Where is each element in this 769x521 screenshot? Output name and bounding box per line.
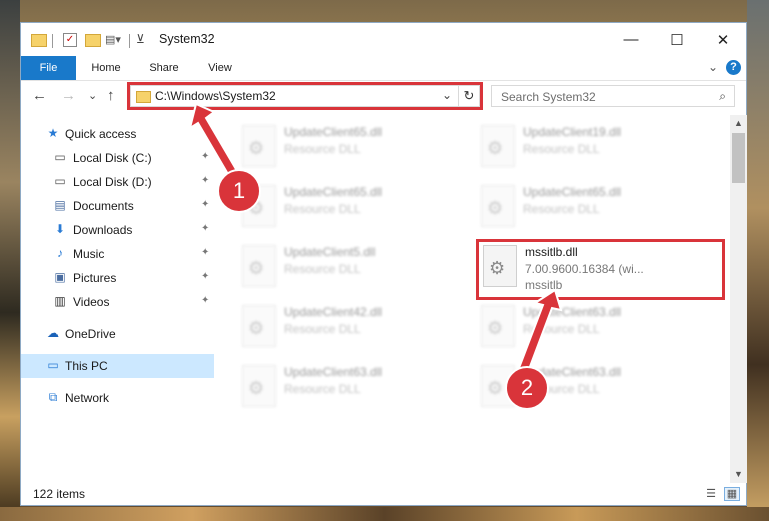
callout-badge-1: 1 [217, 169, 261, 213]
callout-arrows [188, 102, 563, 374]
callout-badge-2: 2 [505, 366, 549, 410]
arrow-2 [517, 288, 563, 374]
